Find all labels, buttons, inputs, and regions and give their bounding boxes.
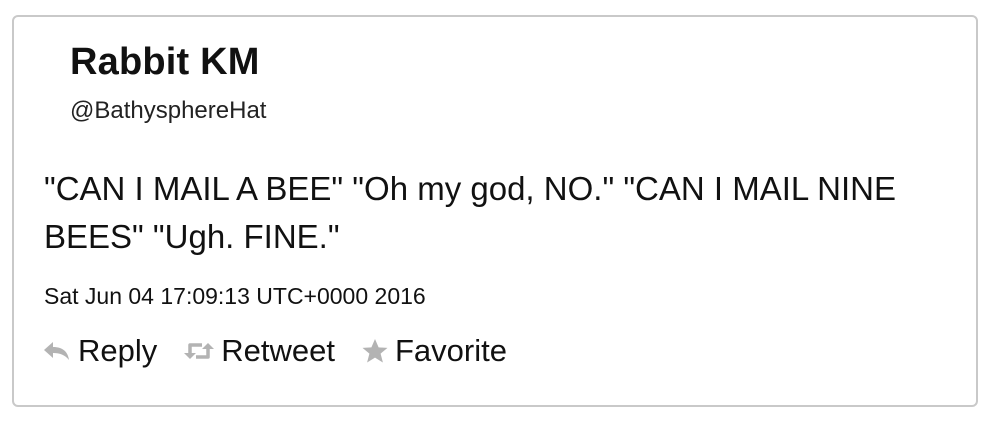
retweet-icon [184,343,215,359]
reply-label: Reply [78,333,158,368]
author-name[interactable]: Rabbit KM [70,41,260,84]
tweet-card: Rabbit KM @BathysphereHat "CAN I MAIL A … [12,15,978,407]
retweet-label: Retweet [221,333,335,368]
star-icon [362,339,388,363]
favorite-button[interactable]: Favorite [361,333,507,369]
reply-button[interactable]: Reply [42,333,157,369]
retweet-button[interactable]: Retweet [183,333,335,369]
tweet-actions: Reply Retweet Favorite [42,333,533,369]
tweet-text: "CAN I MAIL A BEE" "Oh my god, NO." "CAN… [44,170,897,255]
reply-arrow-icon [44,342,69,360]
tweet-timestamp[interactable]: Sat Jun 04 17:09:13 UTC+0000 2016 [44,283,426,310]
author-handle[interactable]: @BathysphereHat [70,97,266,125]
favorite-label: Favorite [395,333,507,368]
